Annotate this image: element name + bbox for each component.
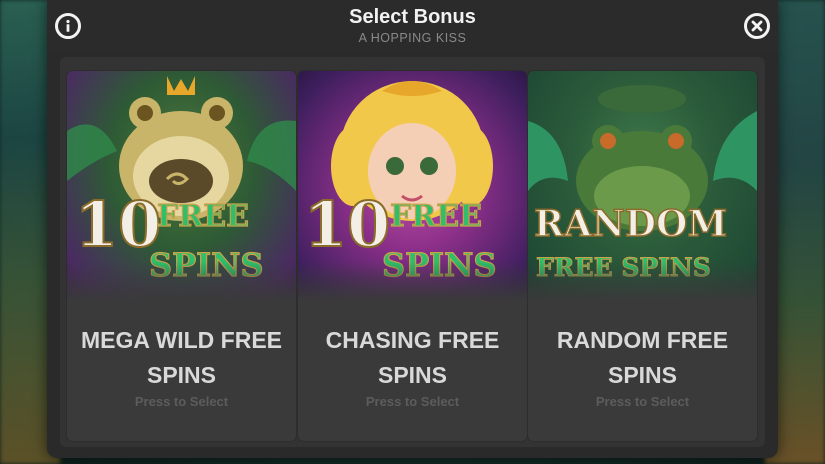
- bonus-card-mega-wild[interactable]: 10 FREE SPINS MEGA WILD FREE SPINS Press…: [67, 71, 296, 441]
- press-to-select-hint: Press to Select: [365, 394, 460, 409]
- svg-text:SPINS: SPINS: [149, 246, 264, 284]
- svg-text:10: 10: [304, 188, 390, 261]
- bonus-name: MEGA WILD FREE SPINS: [80, 327, 283, 388]
- svg-text:FREE: FREE: [157, 199, 249, 234]
- green-frog-art: RANDOM FREE SPINS: [528, 85, 757, 283]
- dialog-header: Select Bonus A HOPPING KISS: [47, 0, 778, 52]
- close-icon: [751, 20, 763, 32]
- bonus-card-chasing[interactable]: 10 FREE SPINS CHASING FREE SPINS Press t…: [298, 71, 527, 441]
- press-to-select-hint: Press to Select: [595, 394, 690, 409]
- svg-text:FREE SPINS: FREE SPINS: [536, 253, 711, 282]
- dialog-title: Select Bonus: [349, 6, 476, 28]
- press-to-select-hint: Press to Select: [134, 394, 229, 409]
- bonus-name: RANDOM FREE SPINS: [556, 327, 729, 388]
- bonus-card-random[interactable]: RANDOM FREE SPINS RANDOM FREE SPINS Pres…: [528, 71, 757, 441]
- bonus-name: CHASING FREE SPINS: [325, 327, 500, 388]
- bonus-art-chasing: 10 FREE SPINS: [298, 71, 527, 301]
- close-button[interactable]: [744, 13, 770, 39]
- dialog-subtitle: A HOPPING KISS: [358, 31, 467, 45]
- princess-art: 10 FREE SPINS: [303, 81, 497, 285]
- bonus-art-mega-wild: 10 FREE SPINS: [67, 71, 296, 301]
- svg-text:SPINS: SPINS: [382, 246, 497, 284]
- svg-text:FREE: FREE: [390, 199, 482, 234]
- bonus-art-random: RANDOM FREE SPINS: [528, 71, 757, 301]
- golden-frog-art: 10 FREE SPINS: [67, 76, 296, 285]
- svg-text:RANDOM: RANDOM: [534, 203, 727, 245]
